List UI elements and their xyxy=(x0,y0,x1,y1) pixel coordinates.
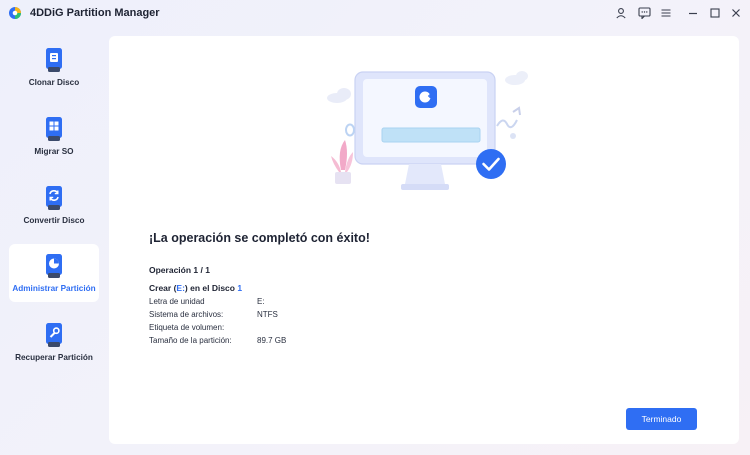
menu-icon[interactable] xyxy=(657,4,675,22)
drive-letter: E: xyxy=(176,283,185,293)
sidebar-item-recover-partition[interactable]: Recuperar Partición xyxy=(9,313,99,371)
detail-value: 89.7 GB xyxy=(257,336,287,345)
main-panel: ¡La operación se completó con éxito! Ope… xyxy=(109,36,739,444)
sidebar: Clonar Disco Migrar SO Convertir Disco A… xyxy=(0,34,108,449)
operation-count: Operación 1 / 1 xyxy=(149,265,210,275)
manage-partition-icon xyxy=(46,254,62,278)
sidebar-item-label: Administrar Partición xyxy=(12,284,96,293)
user-icon[interactable] xyxy=(612,4,630,22)
close-icon[interactable] xyxy=(727,4,745,22)
migrate-os-icon xyxy=(46,117,62,141)
sidebar-item-label: Recuperar Partición xyxy=(15,353,93,362)
operation-prefix: Crear ( xyxy=(149,283,177,293)
app-logo-icon xyxy=(9,7,21,19)
disk-number: 1 xyxy=(237,283,243,293)
success-illustration xyxy=(327,71,528,190)
sidebar-item-convert-disk[interactable]: Convertir Disco xyxy=(9,176,99,234)
success-title: ¡La operación se completó con éxito! xyxy=(149,231,370,245)
minimize-icon[interactable] xyxy=(684,4,702,22)
sidebar-item-label: Migrar SO xyxy=(34,147,74,156)
sidebar-item-manage-partition[interactable]: Administrar Partición xyxy=(9,244,99,302)
detail-label: Tamaño de la partición: xyxy=(149,336,232,345)
clone-disk-icon xyxy=(46,48,62,72)
feedback-icon[interactable] xyxy=(635,4,653,22)
detail-label: Letra de unidad xyxy=(149,297,205,306)
cloud-icon xyxy=(505,71,528,85)
detail-value: NTFS xyxy=(257,310,278,319)
detail-label: Etiqueta de volumen: xyxy=(149,323,225,332)
done-button[interactable]: Terminado xyxy=(626,408,697,430)
recover-partition-icon xyxy=(46,323,62,347)
convert-disk-icon xyxy=(46,186,62,210)
detail-value: E: xyxy=(257,297,265,306)
operation-summary: Crear (E:) en el Disco 1 xyxy=(149,283,242,293)
detail-label: Sistema de archivos: xyxy=(149,310,224,319)
app-title: 4DDiG Partition Manager xyxy=(30,7,160,19)
cloud-icon xyxy=(327,88,351,103)
operation-middle: ) en el Disco xyxy=(184,283,238,293)
check-circle-icon xyxy=(476,149,506,179)
sidebar-item-clone-disk[interactable]: Clonar Disco xyxy=(9,38,99,96)
title-bar: 4DDiG Partition Manager xyxy=(0,0,750,26)
sidebar-item-label: Clonar Disco xyxy=(28,78,80,87)
sidebar-item-label: Convertir Disco xyxy=(23,216,85,225)
maximize-icon[interactable] xyxy=(706,4,724,22)
sidebar-item-migrate-os[interactable]: Migrar SO xyxy=(9,107,99,165)
